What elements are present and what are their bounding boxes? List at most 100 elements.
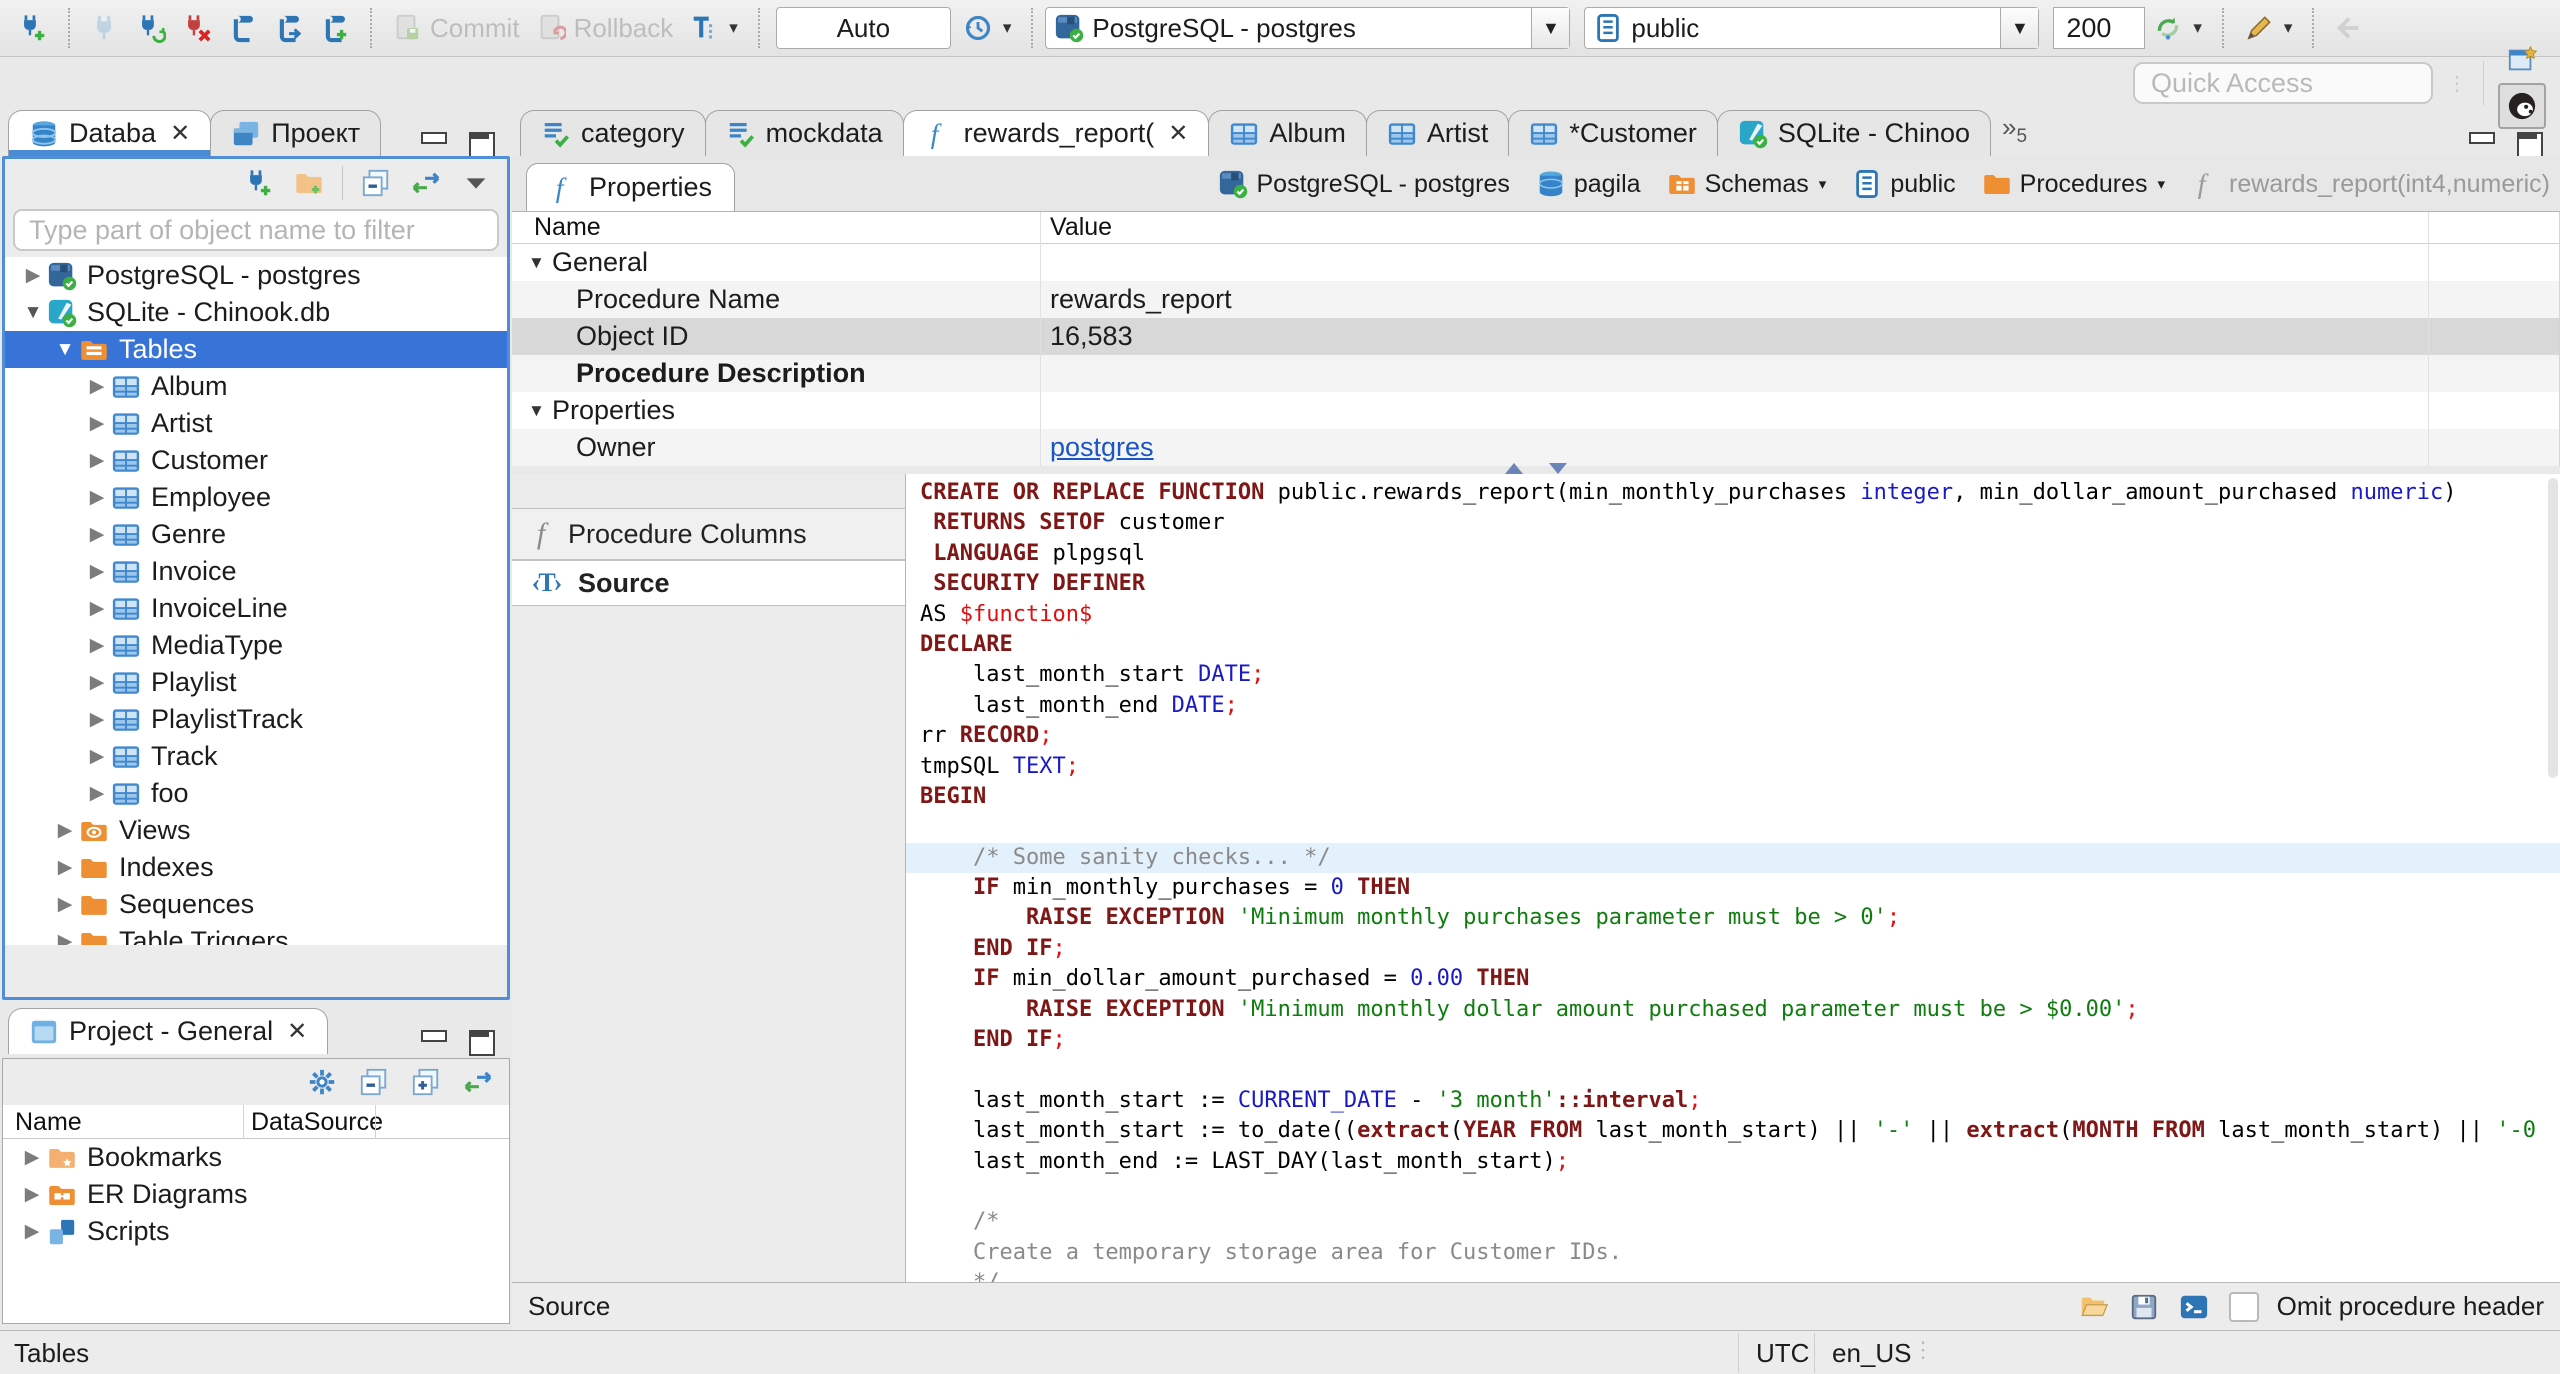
expand-arrow-icon[interactable]: ▶ bbox=[83, 375, 111, 398]
transaction-mode-button[interactable]: ▾ bbox=[681, 9, 746, 47]
expand-arrow-icon[interactable]: ▶ bbox=[51, 930, 79, 945]
tab-mockdata[interactable]: mockdata bbox=[704, 110, 904, 156]
source-code-editor[interactable]: CREATE OR REPLACE FUNCTION public.reward… bbox=[906, 474, 2560, 1282]
tree-item-foo[interactable]: ▶ foo bbox=[5, 775, 507, 812]
breadcrumb-schemas[interactable]: Schemas ▾ bbox=[1667, 169, 1827, 199]
expand-arrow-icon[interactable]: ▶ bbox=[17, 1220, 47, 1243]
breadcrumb-dropdown-icon[interactable]: ▾ bbox=[2158, 175, 2166, 193]
expand-arrow-icon[interactable]: ▶ bbox=[83, 671, 111, 694]
tab-overflow-button[interactable]: »5 bbox=[1990, 112, 2037, 152]
auto-commit-combo[interactable]: Auto bbox=[775, 7, 951, 49]
tree-item-employee[interactable]: ▶ Employee bbox=[5, 479, 507, 516]
expand-arrow-icon[interactable]: ▶ bbox=[83, 449, 111, 472]
expand-arrow-icon[interactable]: ▶ bbox=[51, 856, 79, 879]
tree-item-postgresql-postgres[interactable]: ▶ PostgreSQL - postgres bbox=[5, 257, 507, 294]
expand-arrow-icon[interactable]: ▶ bbox=[19, 264, 47, 287]
tree-item-indexes[interactable]: ▶ Indexes bbox=[5, 849, 507, 886]
rollback-button[interactable]: Rollback bbox=[528, 9, 682, 48]
property-row-properties[interactable]: ▼ Properties bbox=[512, 392, 2559, 429]
breadcrumb-public[interactable]: public bbox=[1852, 169, 1956, 199]
tab-album[interactable]: Album bbox=[1208, 110, 1367, 156]
expand-arrow-icon[interactable]: ▶ bbox=[51, 893, 79, 916]
breadcrumb-dropdown-icon[interactable]: ▾ bbox=[1819, 175, 1827, 193]
tree-item-tables[interactable]: ▼ Tables bbox=[5, 331, 507, 368]
transaction-history-button[interactable]: ▾ bbox=[955, 9, 1020, 47]
tab-database-navigator[interactable]: Databa ✕ bbox=[8, 110, 212, 156]
tree-item-sqlite-chinook-db[interactable]: ▼ SQLite - Chinook.db bbox=[5, 294, 507, 331]
connect-button[interactable] bbox=[82, 9, 128, 47]
sql-editor-button[interactable] bbox=[220, 9, 266, 47]
expand-arrow-icon[interactable]: ▶ bbox=[51, 819, 79, 842]
maximize-button[interactable] bbox=[2514, 130, 2544, 158]
project-item-bookmarks[interactable]: ▶ Bookmarks bbox=[3, 1139, 509, 1176]
property-row-procedure-name[interactable]: Procedure Name rewards_report bbox=[512, 281, 2559, 318]
project-item-scripts[interactable]: ▶ Scripts bbox=[3, 1213, 509, 1250]
expand-arrow-icon[interactable]: ▶ bbox=[83, 486, 111, 509]
tree-item-genre[interactable]: ▶ Genre bbox=[5, 516, 507, 553]
save-to-file-button[interactable] bbox=[2127, 1290, 2161, 1324]
tab-customer[interactable]: *Customer bbox=[1508, 110, 1718, 156]
fetch-size-field[interactable]: 200 bbox=[2053, 7, 2146, 49]
breadcrumb-pagila[interactable]: pagila bbox=[1536, 169, 1641, 199]
expand-arrow-icon[interactable]: ▶ bbox=[83, 745, 111, 768]
transaction-mode-button-dropdown-icon[interactable]: ▾ bbox=[729, 18, 738, 38]
tree-item-invoiceline[interactable]: ▶ InvoiceLine bbox=[5, 590, 507, 627]
property-row-procedure-description[interactable]: Procedure Description bbox=[512, 355, 2559, 392]
quick-access-input[interactable] bbox=[2133, 62, 2433, 104]
maximize-button[interactable] bbox=[466, 1028, 496, 1056]
transaction-history-button-dropdown-icon[interactable]: ▾ bbox=[1003, 18, 1012, 38]
expand-arrow-icon[interactable]: ▶ bbox=[17, 1183, 47, 1206]
tree-item-mediatype[interactable]: ▶ MediaType bbox=[5, 627, 507, 664]
datasource-combo-dropdown-button[interactable]: ▼ bbox=[1531, 8, 1570, 48]
expand-arrow-icon[interactable]: ▶ bbox=[83, 560, 111, 583]
owner-link[interactable]: postgres bbox=[1050, 432, 1154, 462]
proj-settings-button[interactable] bbox=[305, 1065, 339, 1099]
refresh-button[interactable]: ▾ bbox=[2145, 9, 2210, 47]
new-connection-button[interactable] bbox=[10, 9, 56, 47]
tab-projects[interactable]: Проект bbox=[210, 110, 382, 156]
tab-source[interactable]: ‹T› Source bbox=[512, 560, 905, 606]
expand-arrow-icon[interactable]: ▶ bbox=[83, 634, 111, 657]
expand-arrow-icon[interactable]: ▶ bbox=[83, 782, 111, 805]
collapse-arrow-icon[interactable]: ▼ bbox=[528, 253, 548, 273]
status-timezone[interactable]: UTC bbox=[1756, 1338, 1809, 1369]
property-row-owner[interactable]: Owner postgres bbox=[512, 429, 2559, 466]
nav-new-folder-button[interactable] bbox=[292, 166, 326, 200]
sash-collapse-icon[interactable] bbox=[1549, 462, 1567, 474]
tree-item-album[interactable]: ▶ Album bbox=[5, 368, 507, 405]
tree-item-playlist[interactable]: ▶ Playlist bbox=[5, 664, 507, 701]
tab-rewards-report[interactable]: f rewards_report(✕ bbox=[902, 110, 1210, 156]
schema-combo[interactable]: public ▼ bbox=[1584, 7, 2040, 49]
breadcrumb-rewards-report-int4-numeric-[interactable]: f rewards_report(int4,numeric) bbox=[2191, 169, 2550, 199]
breadcrumb-procedures[interactable]: Procedures ▾ bbox=[1982, 169, 2165, 199]
tab-properties[interactable]: f Properties bbox=[526, 163, 736, 211]
expand-arrow-icon[interactable]: ▶ bbox=[83, 708, 111, 731]
sash-expand-icon[interactable] bbox=[1505, 462, 1523, 474]
commit-button[interactable]: Commit bbox=[384, 9, 528, 48]
tab-category[interactable]: category bbox=[520, 110, 706, 156]
expand-arrow-icon[interactable]: ▶ bbox=[83, 523, 111, 546]
minimize-button[interactable] bbox=[418, 1028, 448, 1054]
tree-item-artist[interactable]: ▶ Artist bbox=[5, 405, 507, 442]
collapse-arrow-icon[interactable]: ▼ bbox=[19, 302, 47, 324]
proj-link-editor-button[interactable] bbox=[461, 1065, 495, 1099]
minimize-button[interactable] bbox=[418, 130, 448, 156]
expand-arrow-icon[interactable]: ▶ bbox=[17, 1146, 47, 1169]
breadcrumb-postgresql-postgres[interactable]: PostgreSQL - postgres bbox=[1218, 169, 1510, 199]
tree-item-sequences[interactable]: ▶ Sequences bbox=[5, 886, 507, 923]
refresh-button-dropdown-icon[interactable]: ▾ bbox=[2193, 18, 2202, 38]
property-value[interactable]: postgres bbox=[1050, 432, 1154, 463]
persist-button[interactable] bbox=[2177, 1290, 2211, 1324]
omit-procedure-header-checkbox[interactable] bbox=[2228, 1291, 2259, 1322]
new-sql-script-button[interactable] bbox=[312, 9, 358, 47]
tree-item-playlisttrack[interactable]: ▶ PlaylistTrack bbox=[5, 701, 507, 738]
close-icon[interactable]: ✕ bbox=[170, 119, 190, 148]
code-scrollbar[interactable] bbox=[2548, 478, 2558, 778]
object-filter-input[interactable] bbox=[13, 209, 499, 251]
datasource-combo[interactable]: PostgreSQL - postgres ▼ bbox=[1045, 7, 1571, 49]
disconnect-button[interactable] bbox=[174, 9, 220, 47]
format-button[interactable]: ▾ bbox=[2236, 9, 2301, 47]
open-sql-console-button[interactable] bbox=[266, 9, 312, 47]
panel-sash[interactable] bbox=[512, 462, 2560, 474]
tab-artist[interactable]: Artist bbox=[1365, 110, 1510, 156]
